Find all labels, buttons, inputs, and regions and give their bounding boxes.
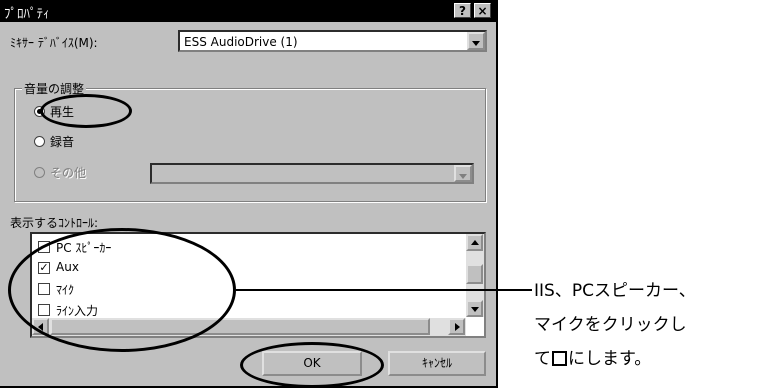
callout-line-3-end: にします。 [568,349,652,369]
callout-line-3: てにします。 [534,344,651,369]
callout-line-2: マイクをクリックし [534,315,687,335]
callout-line-3-start: て [534,349,551,369]
checkbox-empty-icon [552,351,567,366]
callout-line-1: IIS、PCスピーカー、 [534,281,696,301]
